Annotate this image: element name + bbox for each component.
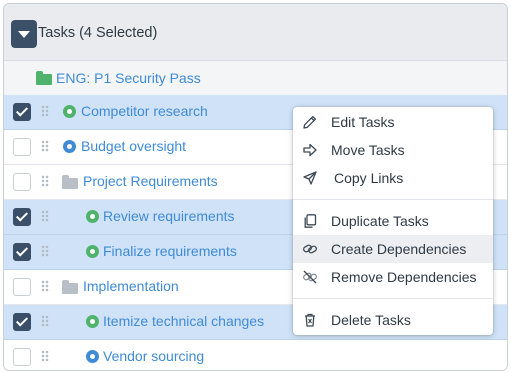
drag-handle-icon[interactable] <box>41 210 49 222</box>
folder-label[interactable]: Implementation <box>83 278 179 294</box>
drag-handle-icon[interactable] <box>41 105 49 117</box>
send-icon <box>303 171 317 185</box>
menu-item-edit-tasks[interactable]: Edit Tasks <box>293 108 493 136</box>
menu-item-label: Remove Dependencies <box>331 269 477 285</box>
task-label[interactable]: Budget oversight <box>81 138 186 154</box>
menu-item-copy-links[interactable]: Copy Links <box>293 164 493 192</box>
folder-icon <box>36 71 52 85</box>
drag-handle-icon[interactable] <box>41 175 49 187</box>
header-title: Tasks (4 Selected) <box>38 25 158 41</box>
menu-item-label: Duplicate Tasks <box>331 213 429 229</box>
menu-item-move-tasks[interactable]: Move Tasks <box>293 136 493 164</box>
duplicate-icon <box>304 214 317 228</box>
drag-handle-icon[interactable] <box>41 245 49 257</box>
arrow-right-icon <box>303 143 317 157</box>
status-green-icon <box>86 210 99 223</box>
menu-item-label: Edit Tasks <box>331 114 395 130</box>
task-label[interactable]: Review requirements <box>103 208 235 224</box>
menu-item-remove-dependencies[interactable]: Remove Dependencies <box>293 263 493 291</box>
status-green-icon <box>86 315 99 328</box>
link-icon <box>303 244 317 254</box>
status-blue-icon <box>63 140 76 153</box>
drag-handle-icon[interactable] <box>41 140 49 152</box>
collapse-toggle-button[interactable] <box>11 20 37 48</box>
pencil-icon <box>303 115 317 129</box>
row-checkbox[interactable] <box>13 173 31 191</box>
menu-item-label: Move Tasks <box>331 142 405 158</box>
row-checkbox[interactable] <box>13 278 31 296</box>
row-checkbox[interactable] <box>13 103 31 121</box>
menu-item-label: Copy Links <box>334 170 404 186</box>
folder-icon <box>62 280 78 294</box>
menu-item-delete-tasks[interactable]: Delete Tasks <box>293 306 493 334</box>
trash-icon <box>305 313 315 327</box>
group-label[interactable]: ENG: P1 Security Pass <box>56 70 201 86</box>
status-green-icon <box>63 105 76 118</box>
folder-label[interactable]: Project Requirements <box>83 173 218 189</box>
table-row[interactable]: Vendor sourcing <box>4 340 507 370</box>
unlink-icon <box>303 270 317 284</box>
row-checkbox[interactable] <box>13 348 31 366</box>
folder-icon <box>62 175 78 189</box>
task-label[interactable]: Competitor research <box>81 103 208 119</box>
menu-divider <box>293 298 493 299</box>
drag-handle-icon[interactable] <box>41 315 49 327</box>
drag-handle-icon[interactable] <box>41 350 49 362</box>
row-checkbox[interactable] <box>13 243 31 261</box>
task-label[interactable]: Vendor sourcing <box>103 348 204 364</box>
row-checkbox[interactable] <box>13 313 31 331</box>
menu-divider <box>293 199 493 200</box>
context-menu: Edit Tasks Move Tasks Copy Links Duplica… <box>293 107 493 335</box>
status-blue-icon <box>86 350 99 363</box>
menu-item-label: Delete Tasks <box>331 312 411 328</box>
menu-item-duplicate-tasks[interactable]: Duplicate Tasks <box>293 207 493 235</box>
task-label[interactable]: Finalize requirements <box>103 243 237 259</box>
task-list-header: Tasks (4 Selected) <box>4 4 507 61</box>
menu-item-create-dependencies[interactable]: Create Dependencies <box>293 235 493 263</box>
row-checkbox[interactable] <box>13 208 31 226</box>
menu-item-label: Create Dependencies <box>331 241 467 257</box>
drag-handle-icon[interactable] <box>41 280 49 292</box>
group-row[interactable]: ENG: P1 Security Pass <box>4 61 507 96</box>
status-green-icon <box>86 245 99 258</box>
row-checkbox[interactable] <box>13 138 31 156</box>
task-label[interactable]: Itemize technical changes <box>103 313 264 329</box>
